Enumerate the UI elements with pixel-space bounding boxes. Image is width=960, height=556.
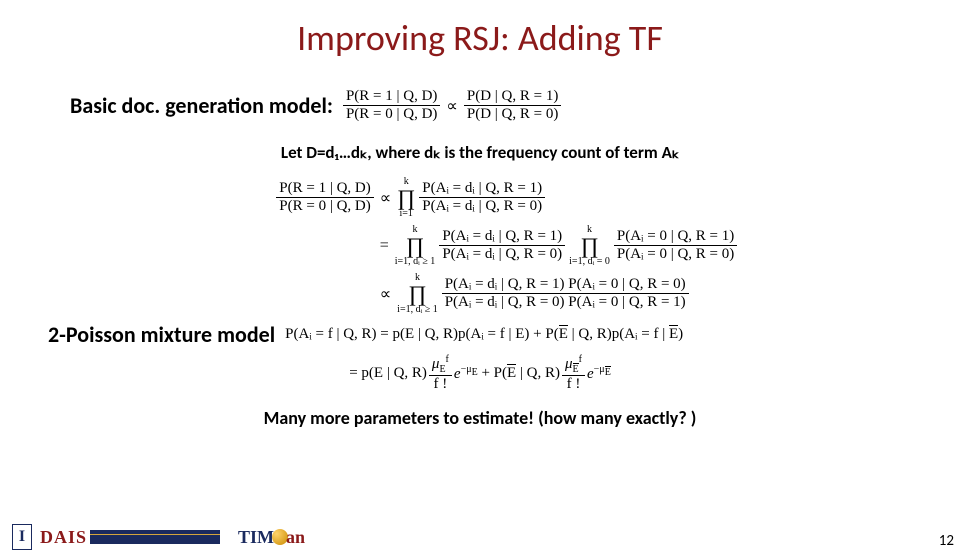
eq1: P(R = 1 | Q, D) P(R = 0 | Q, D) ∝ P(D | … — [341, 88, 563, 124]
derivation-block: P(R = 1 | Q, D) P(R = 0 | Q, D) ∝ k ∏ i=… — [0, 177, 960, 315]
mixture-line: 2-Poisson mixture model P(Aᵢ = f | Q, R)… — [48, 321, 960, 348]
illinois-logo-icon: I — [12, 524, 32, 550]
closing-line: Many more parameters to estimate! (how m… — [0, 407, 960, 429]
mixture-label: 2-Poisson mixture model — [48, 321, 275, 348]
mixture-eq1: P(Aᵢ = f | Q, R) = p(E | Q, R) p(Aᵢ = f … — [285, 325, 683, 343]
mixture-eq2-wrap: = p(E | Q, R) μEf f ! e−μE + P(E | Q, R)… — [0, 354, 960, 394]
page-number: 12 — [939, 532, 954, 550]
slide-title: Improving RSJ: Adding TF — [0, 16, 960, 60]
timan-logo-icon: TIMan — [238, 527, 305, 548]
basic-model-label: Basic doc. generation model: — [70, 92, 333, 119]
basic-model-line: Basic doc. generation model: P(R = 1 | Q… — [70, 88, 960, 124]
dais-logo-icon: DAIS — [40, 527, 220, 548]
mixture-eq2: = p(E | Q, R) μEf f ! e−μE + P(E | Q, R)… — [349, 354, 611, 394]
footer-logos: I DAIS TIMan — [12, 524, 305, 550]
let-d-line: Let D=d₁…dₖ, where dₖ is the frequency c… — [0, 142, 960, 163]
